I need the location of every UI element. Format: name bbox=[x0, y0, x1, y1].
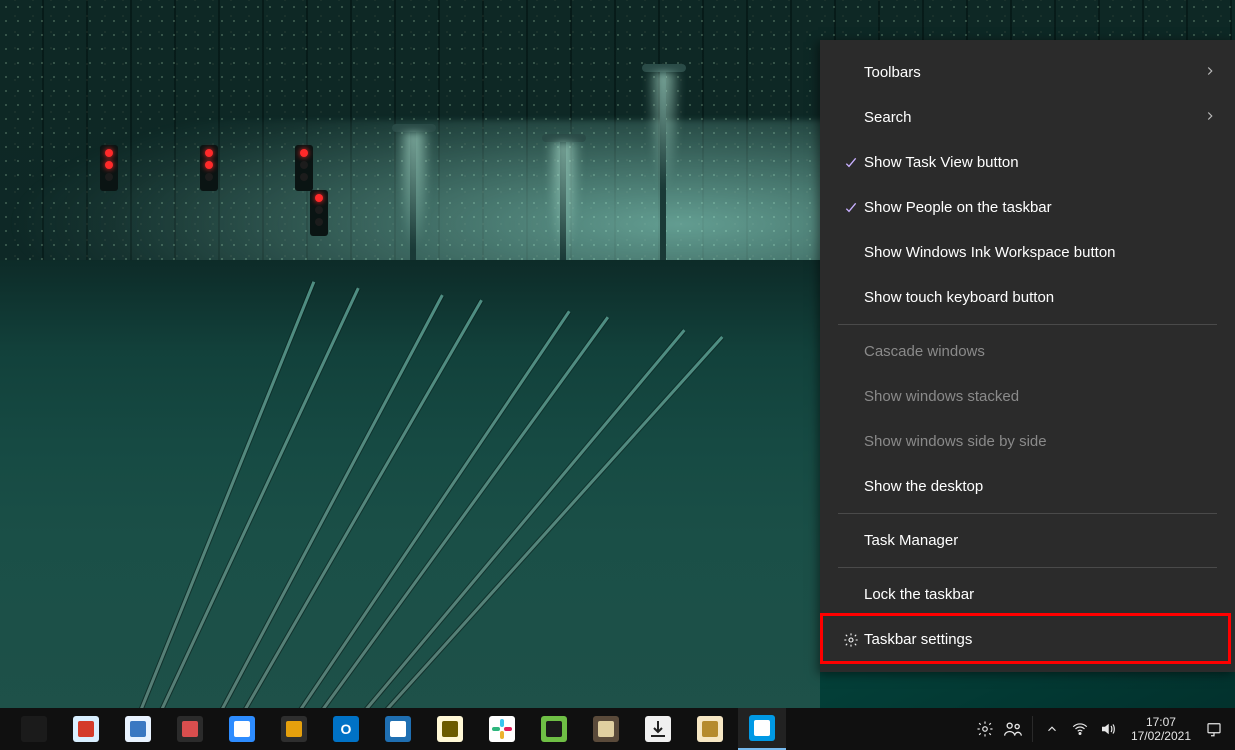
desktop[interactable]: Toolbars Search Show Task View button Show … bbox=[0, 0, 1235, 750]
menu-item-cascade-windows: Cascade windows bbox=[820, 329, 1235, 374]
menu-item-show-the-desktop[interactable]: Show the desktop bbox=[820, 464, 1235, 509]
menu-item-show-task-view-button[interactable]: Show Task View button bbox=[820, 140, 1235, 185]
check-icon bbox=[838, 155, 864, 171]
menu-item-label: Show touch keyboard button bbox=[864, 289, 1217, 306]
menu-item-task-manager[interactable]: Task Manager bbox=[820, 518, 1235, 563]
menu-item-lock-the-taskbar[interactable]: Lock the taskbar bbox=[820, 572, 1235, 617]
wifi-icon[interactable] bbox=[1069, 708, 1091, 750]
taskbar-app-photos-editor[interactable] bbox=[374, 708, 422, 750]
volume-icon[interactable] bbox=[1097, 708, 1119, 750]
tray-overflow-chevron-icon[interactable] bbox=[1041, 708, 1063, 750]
wallpaper-signal bbox=[295, 145, 313, 191]
menu-separator bbox=[838, 513, 1217, 514]
menu-item-label: Show windows stacked bbox=[864, 388, 1217, 405]
taskbar-app-bluestacks[interactable] bbox=[530, 708, 578, 750]
menu-item-show-people-on-the-taskbar[interactable]: Show People on the taskbar bbox=[820, 185, 1235, 230]
menu-item-taskbar-settings[interactable]: Taskbar settings bbox=[820, 617, 1235, 662]
menu-item-label: Show Windows Ink Workspace button bbox=[864, 244, 1217, 261]
taskbar-app-slack[interactable] bbox=[478, 708, 526, 750]
menu-item-label: Cascade windows bbox=[864, 343, 1217, 360]
taskbar-app-outlook[interactable]: O bbox=[322, 708, 370, 750]
people-icon[interactable] bbox=[1002, 708, 1024, 750]
menu-item-label: Show People on the taskbar bbox=[864, 199, 1217, 216]
menu-item-show-windows-ink-workspace-button[interactable]: Show Windows Ink Workspace button bbox=[820, 230, 1235, 275]
wallpaper-signal bbox=[100, 145, 118, 191]
taskbar-apps: O bbox=[0, 708, 786, 750]
menu-item-label: Lock the taskbar bbox=[864, 586, 1217, 603]
taskbar-app-photos[interactable] bbox=[738, 708, 786, 750]
menu-item-toolbars[interactable]: Toolbars bbox=[820, 50, 1235, 95]
taskbar-clock[interactable]: 17:07 17/02/2021 bbox=[1125, 715, 1197, 744]
taskbar-app-zoom[interactable] bbox=[218, 708, 266, 750]
settings-icon[interactable] bbox=[974, 708, 996, 750]
menu-item-label: Taskbar settings bbox=[864, 631, 1217, 648]
menu-item-label: Show the desktop bbox=[864, 478, 1217, 495]
taskbar-app-deezer[interactable] bbox=[10, 708, 58, 750]
menu-item-label: Show windows side by side bbox=[864, 433, 1217, 450]
chevron-right-icon bbox=[1203, 64, 1217, 82]
taskbar[interactable]: O 17:07 17/02/2021 bbox=[0, 708, 1235, 750]
system-tray: 17:07 17/02/2021 bbox=[964, 708, 1235, 750]
taskbar-app-snipping-tool[interactable] bbox=[62, 708, 110, 750]
taskbar-app-paint[interactable] bbox=[114, 708, 162, 750]
menu-item-show-touch-keyboard-button[interactable]: Show touch keyboard button bbox=[820, 275, 1235, 320]
taskbar-context-menu: Toolbars Search Show Task View button Show … bbox=[820, 40, 1235, 672]
tray-separator bbox=[1032, 716, 1033, 742]
menu-item-show-windows-stacked: Show windows stacked bbox=[820, 374, 1235, 419]
menu-item-show-windows-side-by-side: Show windows side by side bbox=[820, 419, 1235, 464]
taskbar-app-paint3d[interactable] bbox=[686, 708, 734, 750]
check-icon bbox=[838, 200, 864, 216]
clock-date: 17/02/2021 bbox=[1131, 729, 1191, 743]
taskbar-app-notepad[interactable] bbox=[426, 708, 474, 750]
wallpaper-signal bbox=[200, 145, 218, 191]
menu-item-label: Toolbars bbox=[864, 64, 1203, 81]
chevron-right-icon bbox=[1203, 109, 1217, 127]
menu-item-label: Search bbox=[864, 109, 1203, 126]
taskbar-app-downloads[interactable] bbox=[634, 708, 682, 750]
notifications-icon[interactable] bbox=[1203, 708, 1225, 750]
menu-item-label: Show Task View button bbox=[864, 154, 1217, 171]
gear-icon bbox=[838, 632, 864, 648]
menu-item-search[interactable]: Search bbox=[820, 95, 1235, 140]
menu-separator bbox=[838, 567, 1217, 568]
taskbar-app-popcorn-time[interactable] bbox=[166, 708, 214, 750]
wallpaper-signal bbox=[310, 190, 328, 236]
wallpaper-tracks bbox=[0, 260, 820, 720]
clock-time: 17:07 bbox=[1131, 715, 1191, 729]
taskbar-app-plex[interactable] bbox=[270, 708, 318, 750]
menu-separator bbox=[838, 324, 1217, 325]
menu-item-label: Task Manager bbox=[864, 532, 1217, 549]
taskbar-app-gimp[interactable] bbox=[582, 708, 630, 750]
